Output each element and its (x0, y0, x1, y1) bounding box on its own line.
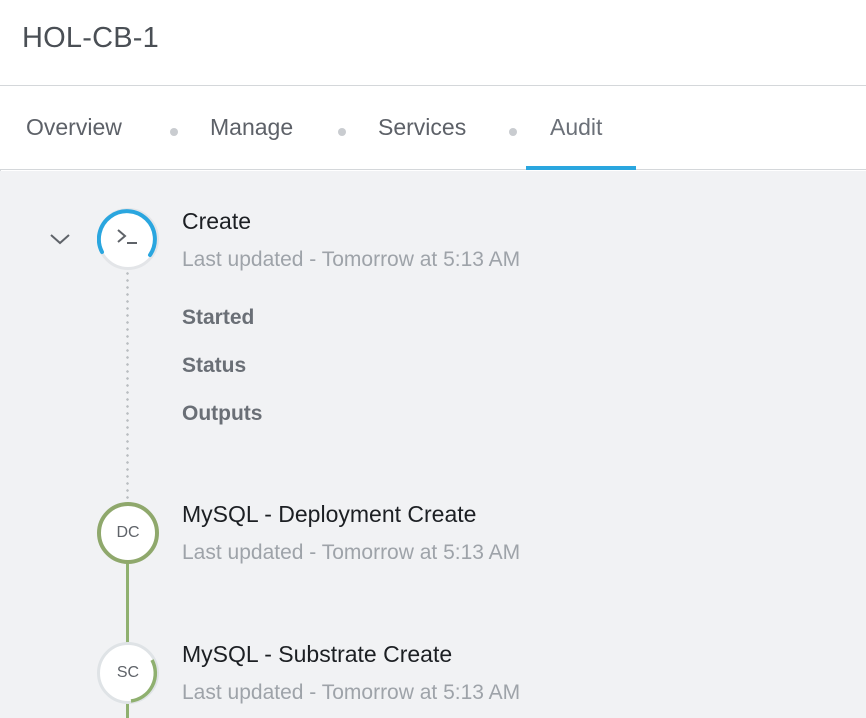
step-detail-outputs[interactable]: Outputs (182, 402, 262, 426)
active-tab-indicator (526, 166, 636, 170)
tab-manage[interactable]: Manage (210, 114, 293, 141)
chevron-down-icon[interactable] (48, 229, 72, 249)
page-header: HOL-CB-1 (0, 0, 866, 86)
page-title: HOL-CB-1 (22, 22, 159, 54)
step-badge: DC (116, 524, 140, 541)
step-title: MySQL - Deployment Create (182, 501, 477, 527)
step-detail-status[interactable]: Status (182, 354, 246, 378)
tab-separator-dot (170, 128, 178, 136)
step-node-dc[interactable]: DC (97, 502, 159, 564)
tab-bar: Overview Manage Services Audit (0, 86, 866, 170)
step-timestamp: Last updated - Tomorrow at 5:13 AM (182, 681, 521, 704)
step-title: Create (182, 208, 252, 234)
step-title: MySQL - Substrate Create (182, 641, 453, 667)
tab-separator-dot (338, 128, 346, 136)
tab-overview[interactable]: Overview (26, 114, 122, 141)
tab-audit[interactable]: Audit (550, 114, 602, 141)
timeline-connector (126, 560, 129, 644)
step-timestamp: Last updated - Tomorrow at 5:13 AM (182, 541, 521, 564)
timeline-connector-dotted (126, 270, 129, 502)
step-detail-started[interactable]: Started (182, 306, 254, 330)
progress-arc (97, 209, 157, 257)
tab-services[interactable]: Services (378, 114, 466, 141)
step-timestamp: Last updated - Tomorrow at 5:13 AM (182, 248, 521, 271)
progress-arc (130, 659, 158, 703)
tab-separator-dot (509, 128, 517, 136)
